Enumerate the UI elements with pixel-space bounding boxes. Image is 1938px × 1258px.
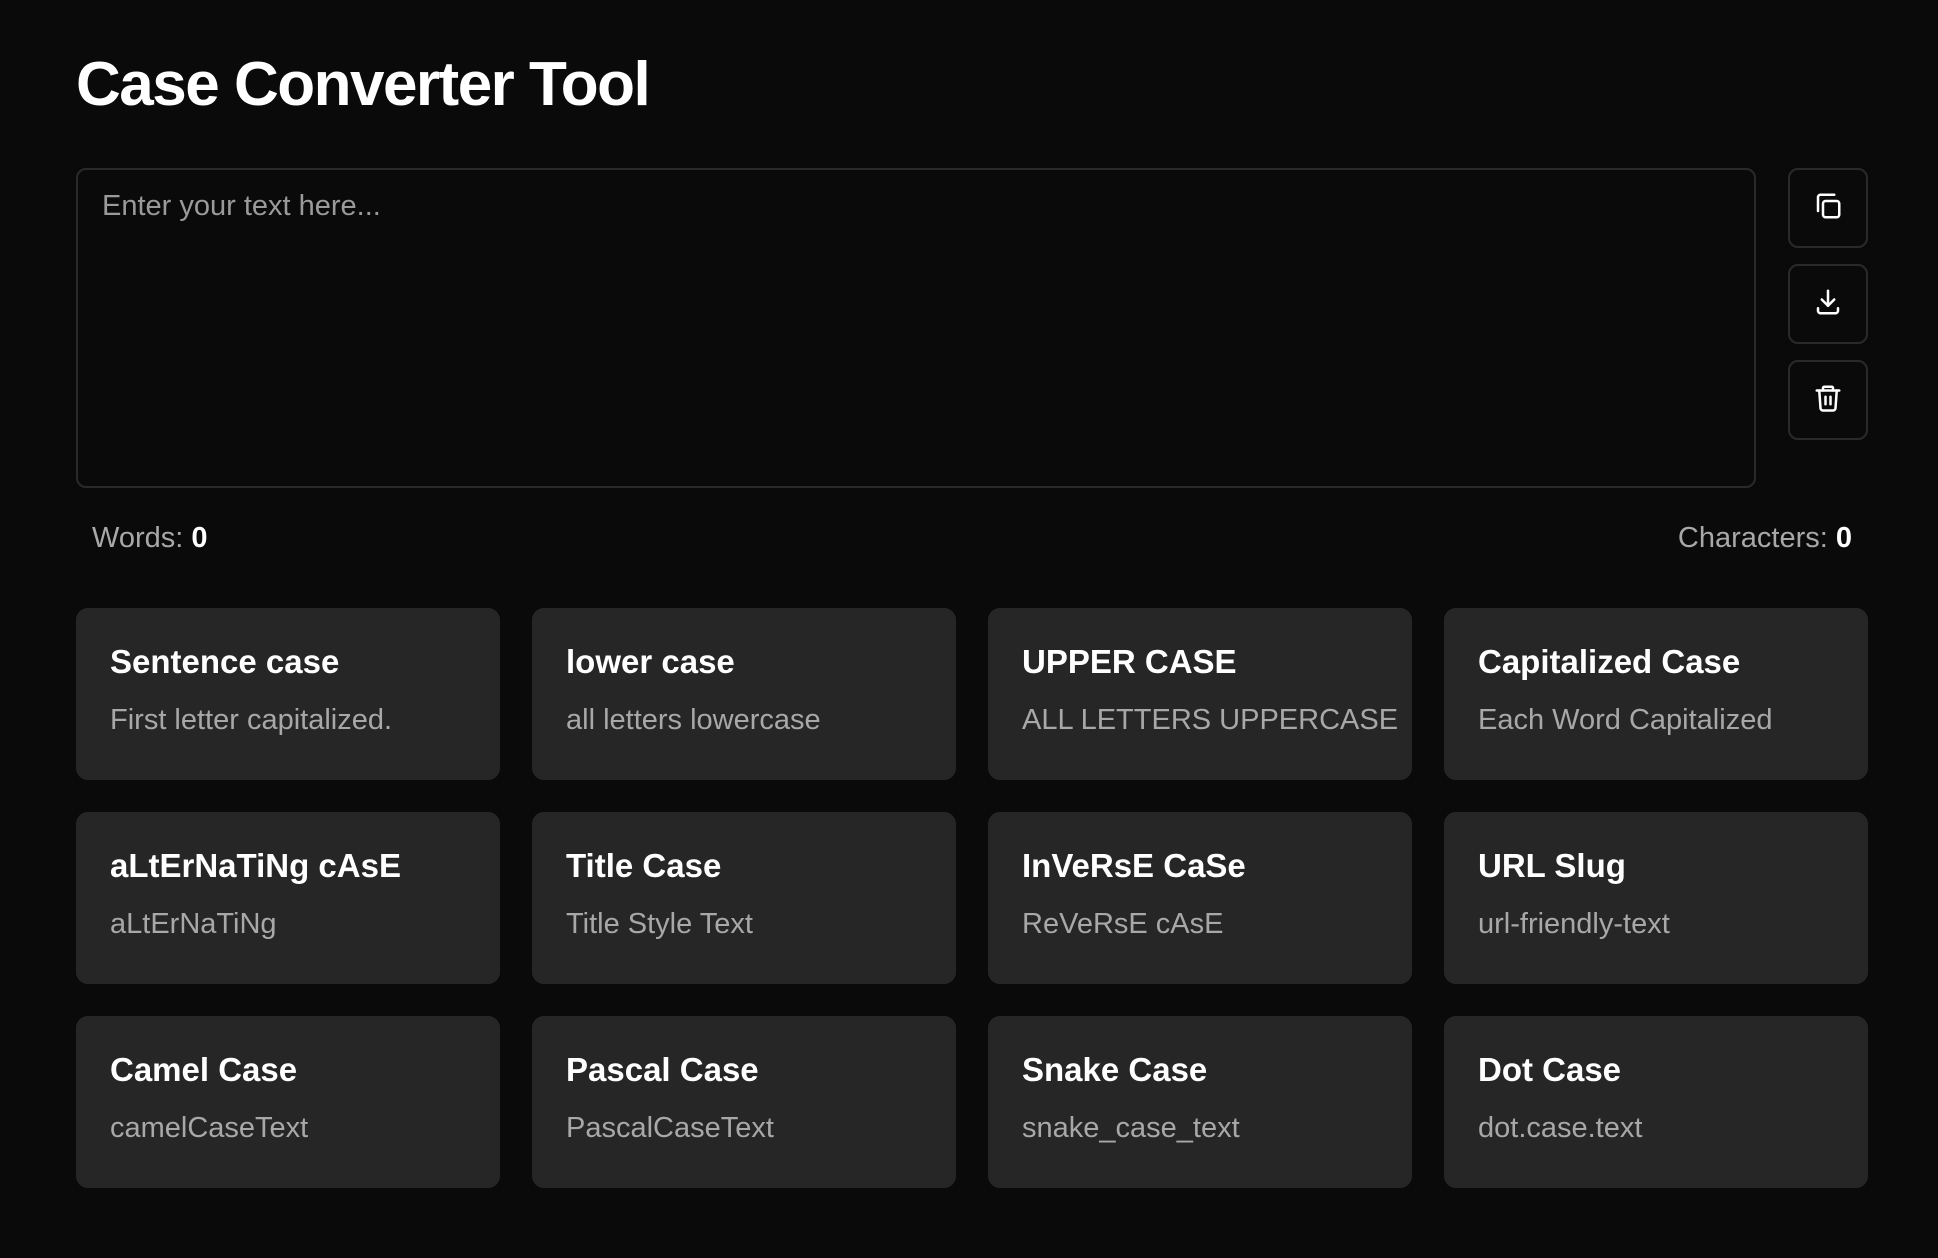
case-description: Title Style Text — [566, 908, 753, 940]
case-description: aLtErNaTiNg — [110, 908, 277, 940]
case-title: aLtErNaTiNg cAsE — [110, 847, 401, 884]
action-buttons — [1788, 168, 1868, 456]
case-title: Camel Case — [110, 1051, 298, 1088]
clear-button[interactable] — [1788, 360, 1868, 440]
character-count-value: 0 — [1835, 522, 1852, 554]
case-button-pascal[interactable]: Pascal Case PascalCaseText — [532, 1016, 956, 1188]
word-count: Words: 0 — [92, 522, 208, 555]
case-button-capitalized[interactable]: Capitalized Case Each Word Capitalized — [1444, 608, 1868, 780]
download-button[interactable] — [1788, 264, 1868, 344]
character-count-label: Characters: — [1677, 522, 1828, 554]
case-title: UPPER CASE — [1022, 643, 1237, 680]
case-title: lower case — [566, 643, 735, 680]
case-title: Title Case — [566, 847, 722, 884]
case-title: Capitalized Case — [1478, 643, 1741, 680]
page: Case Converter Tool Enter your text here… — [0, 0, 1938, 1258]
case-button-camel[interactable]: Camel Case camelCaseText — [76, 1016, 500, 1188]
case-title: URL Slug — [1478, 847, 1626, 884]
copy-button[interactable] — [1788, 168, 1868, 248]
case-description: First letter capitalized. — [110, 704, 393, 736]
word-count-label: Words: — [92, 522, 184, 554]
download-icon — [1813, 287, 1843, 322]
case-button-title[interactable]: Title Case Title Style Text — [532, 812, 956, 984]
case-button-sentence[interactable]: Sentence case First letter capitalized. — [76, 608, 500, 780]
case-title: Dot Case — [1478, 1051, 1622, 1088]
case-title: InVeRsE CaSe — [1022, 847, 1246, 884]
case-description: dot.case.text — [1478, 1112, 1643, 1144]
case-description: Each Word Capitalized — [1478, 704, 1773, 736]
case-options-grid: Sentence case First letter capitalized. … — [76, 608, 1868, 1188]
case-description: camelCaseText — [110, 1112, 309, 1144]
word-count-value: 0 — [191, 522, 208, 554]
case-button-inverse[interactable]: InVeRsE CaSe ReVeRsE cAsE — [988, 812, 1412, 984]
text-stats: Words: 0 Characters: 0 — [92, 522, 1852, 562]
case-button-snake[interactable]: Snake Case snake_case_text — [988, 1016, 1412, 1188]
case-title: Snake Case — [1022, 1051, 1208, 1088]
case-description: snake_case_text — [1022, 1112, 1240, 1144]
case-button-dot[interactable]: Dot Case dot.case.text — [1444, 1016, 1868, 1188]
text-input[interactable] — [76, 168, 1756, 488]
page-title: Case Converter Tool — [76, 50, 651, 119]
trash-icon — [1813, 383, 1843, 418]
case-description: ReVeRsE cAsE — [1022, 908, 1224, 940]
case-button-url-slug[interactable]: URL Slug url-friendly-text — [1444, 812, 1868, 984]
case-description: ALL LETTERS UPPERCASE — [1022, 704, 1399, 736]
case-button-upper[interactable]: UPPER CASE ALL LETTERS UPPERCASE — [988, 608, 1412, 780]
case-title: Pascal Case — [566, 1051, 759, 1088]
copy-icon — [1813, 191, 1843, 226]
case-description: url-friendly-text — [1478, 908, 1670, 940]
case-title: Sentence case — [110, 643, 340, 680]
case-button-alternating[interactable]: aLtErNaTiNg cAsE aLtErNaTiNg — [76, 812, 500, 984]
character-count: Characters: 0 — [1678, 522, 1852, 555]
editor-row — [76, 168, 1868, 488]
case-button-lower[interactable]: lower case all letters lowercase — [532, 608, 956, 780]
case-description: all letters lowercase — [566, 704, 821, 736]
case-description: PascalCaseText — [566, 1112, 774, 1144]
